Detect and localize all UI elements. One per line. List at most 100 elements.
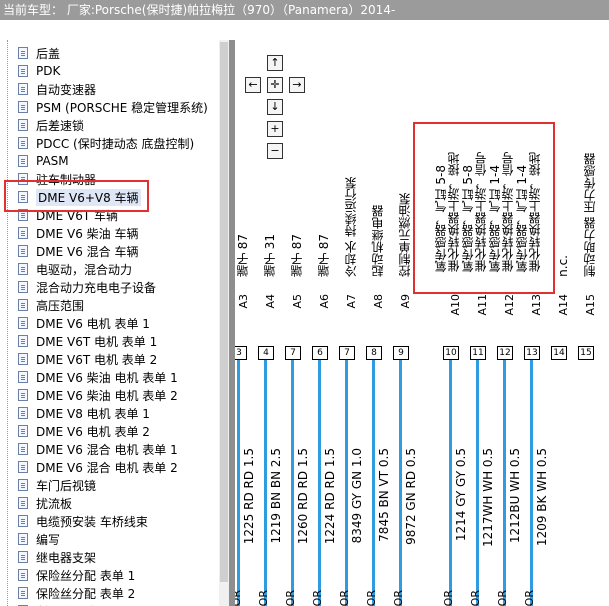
wire <box>318 360 321 606</box>
pin-label: 起动机继电器 <box>371 205 385 277</box>
tree-scroll-thumb[interactable] <box>220 42 228 582</box>
pin-number-box: 9 <box>393 346 409 360</box>
tree-item[interactable]: PSM (PORSCHE 稳定管理系统) <box>18 98 208 116</box>
tree-item[interactable]: DME V6 柴油 电机 表单 1 <box>18 368 178 386</box>
document-icon <box>18 137 28 149</box>
pin-label: n.c. <box>556 255 570 277</box>
tree-item[interactable]: DME V6 混合 车辆 <box>18 242 138 260</box>
tree-connector-line <box>7 40 8 606</box>
tree-item[interactable]: DME V6 混合 电机 表单 2 <box>18 458 178 476</box>
tree-item[interactable]: PDK <box>18 62 60 80</box>
pan-down-button[interactable]: ↓ <box>267 99 283 115</box>
tree-item[interactable]: 保险丝分配 表单 2 <box>18 584 135 602</box>
tree-item-label: DME V6 混合 车辆 <box>36 244 139 259</box>
tree-item[interactable]: DME V8 电机 表单 1 <box>18 404 150 422</box>
tree-item-label: 编写 <box>36 532 61 547</box>
pin-number-box: 7 <box>285 346 301 360</box>
wire-label: 7845 BN VT 0.5 <box>377 448 391 542</box>
document-icon <box>18 425 28 437</box>
tree-item[interactable]: 电驱动，混合动力 <box>18 260 132 278</box>
tree-item[interactable]: 后盖 <box>18 44 60 62</box>
pin-label: 端子 87 <box>236 233 250 277</box>
tree-item[interactable]: 电缆预安装 车桥线束 <box>18 512 148 530</box>
document-icon <box>18 83 28 95</box>
component-tree[interactable]: 后盖 PDK 自动变速器 PSM (PORSCHE 稳定管理系统) 后差速锁 PDCC (… <box>0 40 229 606</box>
document-icon <box>18 245 28 257</box>
pin-number-box: 6 <box>312 346 328 360</box>
pin-id: A11 <box>476 294 489 316</box>
tree-item[interactable]: DME V6T 电机 表单 1 <box>18 332 157 350</box>
tree-item[interactable]: 高压范围 <box>18 296 84 314</box>
document-icon <box>18 587 28 599</box>
document-icon <box>18 263 28 275</box>
pan-right-button[interactable]: → <box>289 77 305 93</box>
wire-destination-label: OR <box>496 590 509 606</box>
pan-up-button[interactable]: ↑ <box>267 55 283 71</box>
pin-number-box: 15 <box>578 346 594 360</box>
pin-label-line1: 氧传感器，气缸 5-8 <box>434 164 448 272</box>
tree-item[interactable]: 保险丝分配 表单 1 <box>18 566 135 584</box>
wire-label: 1224 RD RD 1.5 <box>323 448 337 545</box>
tree-scrollbar[interactable] <box>219 40 229 606</box>
wire-label: 1260 RD RD 1.5 <box>296 448 310 545</box>
tree-item-label: 后盖 <box>36 46 61 61</box>
pan-left-button[interactable]: ← <box>245 77 261 93</box>
document-icon <box>18 515 28 527</box>
document-icon <box>18 335 28 347</box>
tree-item[interactable]: DME V6 混合 电机 表单 1 <box>18 440 178 458</box>
document-icon <box>18 497 28 509</box>
tree-item[interactable]: DME V6T 电机 表单 2 <box>18 350 157 368</box>
pin-label: 端子 87 <box>317 233 331 277</box>
pin-id: A9 <box>399 294 412 309</box>
tree-item[interactable]: PDCC (保时捷动态 底盘控制) <box>18 134 194 152</box>
document-icon <box>18 317 28 329</box>
wiring-diagram: ↑ ← ✛ → ↓ + − 端子 87 A3 3 1225 RD RD 1.5 OR 端子… <box>235 40 609 606</box>
pin-id: A7 <box>345 294 358 309</box>
document-icon <box>18 551 28 563</box>
wire <box>372 360 375 606</box>
tree-item-label: 自动变速器 <box>36 82 97 97</box>
pin-number-box: 7 <box>339 346 355 360</box>
pin-label-line2: 催化转换器上游，接地 <box>528 152 542 272</box>
tree-item[interactable]: PASM <box>18 152 69 170</box>
tree-item[interactable]: DME V6 柴油 车辆 <box>18 224 138 242</box>
document-icon <box>18 371 28 383</box>
center-view-button[interactable]: ✛ <box>267 77 283 93</box>
pin-id: A4 <box>264 294 277 309</box>
pin-label-line2: 催化转换器上游，信号 <box>501 152 515 272</box>
pin-id: A15 <box>584 294 597 316</box>
document-icon <box>18 461 28 473</box>
pin-label: 制动助力器 压力传感器 <box>583 153 597 277</box>
pin-number-box: 8 <box>366 346 382 360</box>
tree-item[interactable]: 扰流板 <box>18 494 72 512</box>
wire-label: 1225 RD RD 1.5 <box>242 448 256 545</box>
highlight-selected-tree-item <box>4 180 149 212</box>
wire-destination-label: OR <box>235 590 243 606</box>
tree-item-label: 继电器支架 <box>36 550 97 565</box>
tree-item-label: 后差速锁 <box>36 118 85 133</box>
tree-item-label: 电驱动，混合动力 <box>36 262 133 277</box>
tree-item[interactable]: 混合动力充电电子设备 <box>18 278 156 296</box>
tree-item-label: PDK <box>36 64 61 78</box>
zoom-in-button[interactable]: + <box>267 121 283 137</box>
pin-label-line2: 催化转换器上游，接地 <box>447 152 461 272</box>
tree-item[interactable]: 继电器支架 <box>18 548 96 566</box>
tree-item[interactable]: DME V6 柴油 电机 表单 2 <box>18 386 178 404</box>
wire <box>399 360 402 606</box>
document-icon <box>18 443 28 455</box>
tree-item[interactable]: DME V6 电机 表单 2 <box>18 422 150 440</box>
tree-item-label: 断开后驱动 <box>36 603 96 606</box>
tree-item-label: 车门后视镜 <box>36 478 97 493</box>
wire <box>503 360 506 606</box>
tree-item-label: DME V6 电机 表单 2 <box>36 424 150 439</box>
tree-item[interactable]: 后差速锁 <box>18 116 84 134</box>
pin-number-box: 11 <box>470 346 486 360</box>
tree-item[interactable]: DME V6 电机 表单 1 <box>18 314 150 332</box>
wire <box>345 360 348 606</box>
tree-item[interactable]: 自动变速器 <box>18 80 96 98</box>
tree-item[interactable]: 断开后驱动 <box>18 602 96 606</box>
zoom-out-button[interactable]: − <box>267 143 283 159</box>
tree-item[interactable]: 车门后视镜 <box>18 476 96 494</box>
tree-item[interactable]: 编写 <box>18 530 60 548</box>
pin-number-box: 14 <box>551 346 567 360</box>
